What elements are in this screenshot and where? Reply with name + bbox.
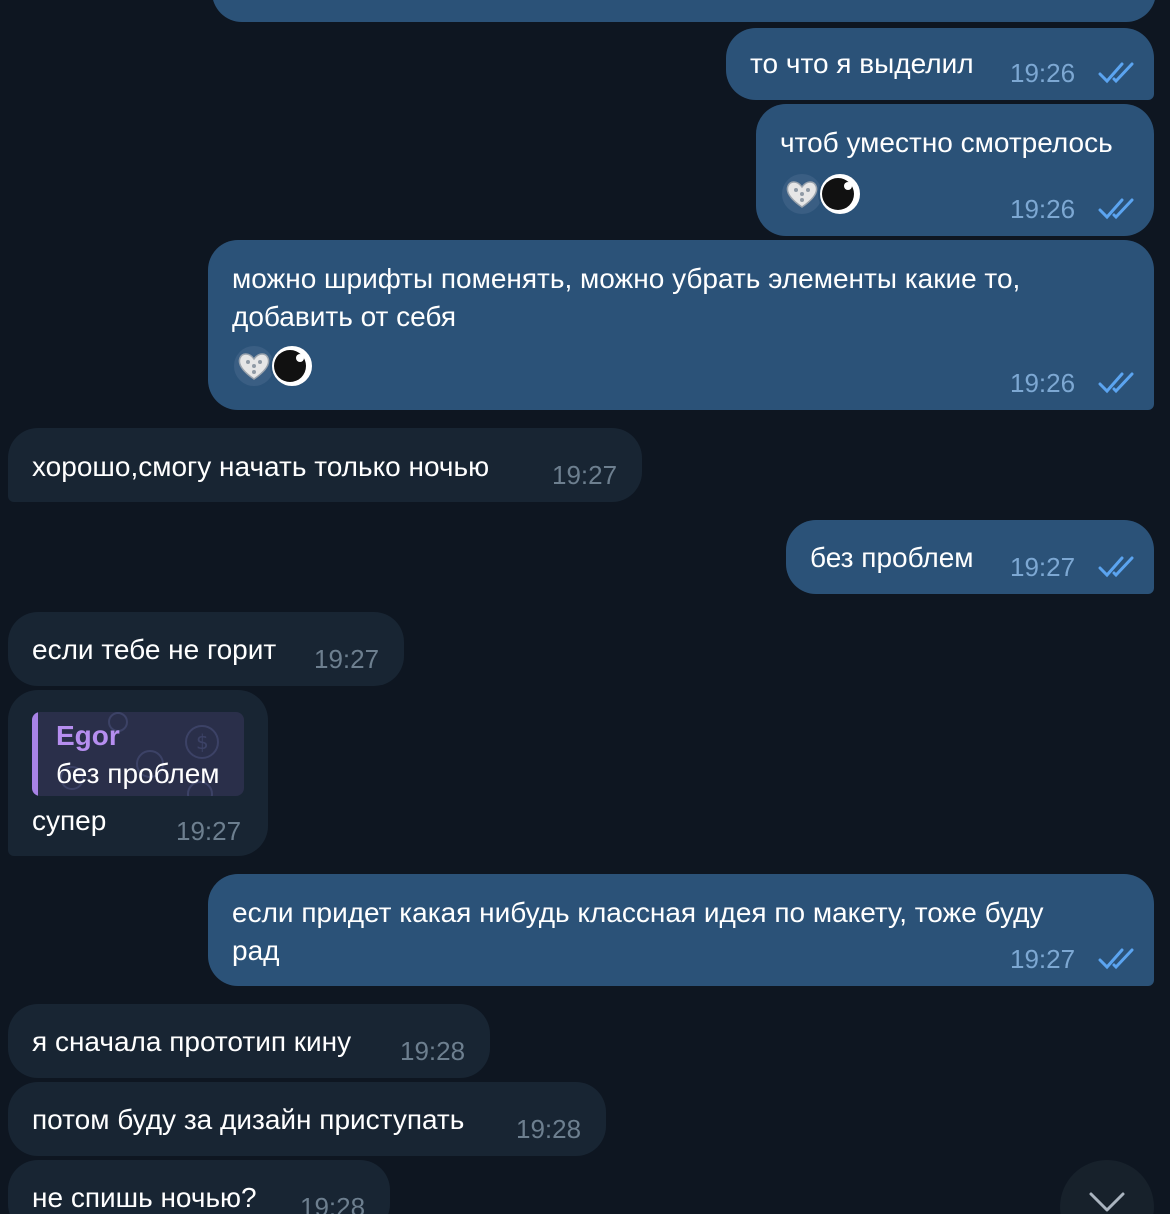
message-time: 19:27 <box>552 460 618 490</box>
message-bubble-incoming[interactable]: не спишь ночью? 19:28 <box>8 1160 390 1214</box>
reply-text: без проблем <box>56 758 220 789</box>
message-reactions[interactable] <box>780 172 862 216</box>
message-text: я сначала прототип кину <box>32 1026 352 1057</box>
message-time: 19:27 <box>1010 944 1076 974</box>
heart-icon <box>238 353 270 380</box>
reply-sender-name: Egor <box>56 720 120 751</box>
chat-history[interactable]: то что я выделил 19:26 чтоб уместно смот… <box>0 0 1170 1214</box>
message-bubble-incoming[interactable]: я сначала прототип кину 19:28 <box>8 1004 490 1078</box>
message-time: 19:26 <box>1010 194 1076 224</box>
double-check-icon <box>1098 62 1134 84</box>
message-text: потом буду за дизайн приступать <box>32 1104 465 1135</box>
message-bubble-outgoing[interactable]: можно шрифты поменять, можно убрать элем… <box>208 240 1154 410</box>
reply-quote[interactable]: $ Egor без проблем <box>32 712 244 796</box>
double-check-icon <box>1098 198 1134 220</box>
message-bubble-incoming[interactable]: хорошо,смогу начать только ночью 19:27 <box>8 428 642 502</box>
message-time: 19:28 <box>516 1114 582 1144</box>
message-text: если тебе не горит <box>32 634 277 665</box>
message-time: 19:28 <box>400 1036 466 1066</box>
message-text: не спишь ночью? <box>32 1182 257 1213</box>
message-text: супер <box>32 805 107 836</box>
message-bubble-incoming[interactable]: если тебе не горит 19:27 <box>8 612 404 686</box>
message-text: чтоб уместно смотрелось <box>780 127 1113 158</box>
message-text: можно шрифты поменять, можно убрать элем… <box>232 263 1021 332</box>
message-bubble-outgoing[interactable]: то что я выделил 19:26 <box>726 28 1154 100</box>
message-reactions[interactable] <box>232 344 314 388</box>
double-check-icon <box>1098 556 1134 578</box>
message-bubble-outgoing[interactable] <box>212 0 1156 22</box>
message-time: 19:28 <box>300 1192 366 1214</box>
message-text: хорошо,смогу начать только ночью <box>32 451 490 482</box>
message-bubble-incoming[interactable]: потом буду за дизайн приступать 19:28 <box>8 1082 606 1156</box>
message-text: то что я выделил <box>750 48 974 79</box>
message-time: 19:27 <box>176 816 242 846</box>
message-text: если придет какая нибудь классная идея п… <box>232 897 1044 966</box>
scroll-down-button[interactable] <box>1060 1160 1154 1214</box>
svg-text:$: $ <box>196 730 209 754</box>
message-time: 19:27 <box>314 644 380 674</box>
double-check-icon <box>1098 372 1134 394</box>
chevron-down-icon <box>1089 1192 1125 1212</box>
message-text: без проблем <box>810 542 974 573</box>
message-time: 19:27 <box>1010 552 1076 582</box>
message-bubble-outgoing[interactable]: без проблем 19:27 <box>786 520 1154 594</box>
avatar[interactable] <box>818 172 862 216</box>
message-time: 19:26 <box>1010 58 1076 88</box>
message-time: 19:26 <box>1010 368 1076 398</box>
avatar[interactable] <box>270 344 314 388</box>
heart-icon <box>786 181 818 208</box>
message-bubble-outgoing[interactable]: если придет какая нибудь классная идея п… <box>208 874 1154 986</box>
message-bubble-outgoing[interactable]: чтоб уместно смотрелось 19:26 <box>756 104 1154 236</box>
double-check-icon <box>1098 948 1134 970</box>
message-bubble-incoming[interactable]: $ Egor без проблем супер 19:27 <box>8 690 268 856</box>
